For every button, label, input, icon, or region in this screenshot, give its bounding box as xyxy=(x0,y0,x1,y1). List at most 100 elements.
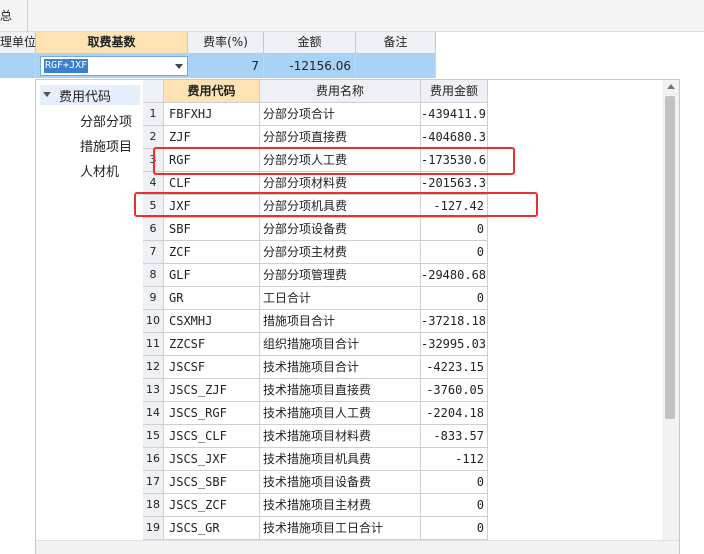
horizontal-scrollbar[interactable] xyxy=(36,540,679,554)
fee-amount-cell[interactable]: 0 xyxy=(421,218,488,241)
fee-amount-cell[interactable]: -32995.03 xyxy=(421,333,488,356)
header-rate[interactable]: 费率(%) xyxy=(188,32,264,54)
fee-name-cell[interactable]: 工日合计 xyxy=(260,287,421,310)
row-number-cell[interactable]: 7 xyxy=(143,241,164,264)
row-note-cell[interactable] xyxy=(356,54,436,78)
row-number-cell[interactable]: 6 xyxy=(143,218,164,241)
fee-amount-cell[interactable]: -404680.37 xyxy=(421,126,488,149)
tree-node-csxm[interactable]: 措施项目 xyxy=(80,136,132,155)
fee-amount-cell[interactable]: -2204.18 xyxy=(421,402,488,425)
fee-code-cell[interactable]: JSCSF xyxy=(164,356,260,379)
fee-code-cell[interactable]: CLF xyxy=(164,172,260,195)
fee-name-cell[interactable]: 分部分项管理费 xyxy=(260,264,421,287)
fee-name-cell[interactable]: 分部分项设备费 xyxy=(260,218,421,241)
scroll-up-icon[interactable] xyxy=(667,84,675,89)
fee-code-cell[interactable]: ZZCSF xyxy=(164,333,260,356)
row-rate-cell[interactable]: 7 xyxy=(188,54,264,78)
fee-amount-cell[interactable]: -127.42 xyxy=(421,195,488,218)
fee-code-cell[interactable]: ZJF xyxy=(164,126,260,149)
fee-name-cell[interactable]: 技术措施项目工日合计 xyxy=(260,517,421,540)
fee-amount-cell[interactable]: -201563.36 xyxy=(421,172,488,195)
col-header-code[interactable]: 费用代码 xyxy=(164,80,260,103)
fee-code-cell[interactable]: GLF xyxy=(164,264,260,287)
row-number-cell[interactable]: 2 xyxy=(143,126,164,149)
row-number-cell[interactable]: 9 xyxy=(143,287,164,310)
fee-amount-cell[interactable]: -37218.18 xyxy=(421,310,488,333)
header-fee-base[interactable]: 取费基数 xyxy=(36,32,188,54)
fee-name-cell[interactable]: 分部分项直接费 xyxy=(260,126,421,149)
fee-amount-cell[interactable]: 0 xyxy=(421,241,488,264)
fee-amount-cell[interactable]: -3760.05 xyxy=(421,379,488,402)
fee-name-cell[interactable]: 技术措施项目主材费 xyxy=(260,494,421,517)
row-number-cell[interactable]: 12 xyxy=(143,356,164,379)
scrollbar-thumb[interactable] xyxy=(665,96,675,419)
fee-amount-cell[interactable]: -833.57 xyxy=(421,425,488,448)
fee-code-cell[interactable]: JSCS_GR xyxy=(164,517,260,540)
fee-code-cell[interactable]: JSCS_JXF xyxy=(164,448,260,471)
header-note[interactable]: 备注 xyxy=(356,32,436,54)
row-number-cell[interactable]: 8 xyxy=(143,264,164,287)
row-amount-cell[interactable]: -12156.06 xyxy=(264,54,356,78)
fee-name-cell[interactable]: 技术措施项目直接费 xyxy=(260,379,421,402)
fee-name-cell[interactable]: 分部分项合计 xyxy=(260,103,421,126)
fee-code-cell[interactable]: JSCS_CLF xyxy=(164,425,260,448)
row-number-cell[interactable]: 5 xyxy=(143,195,164,218)
fee-code-cell[interactable]: CSXMHJ xyxy=(164,310,260,333)
tree-node-fee-code[interactable]: 费用代码 xyxy=(40,85,140,105)
row-number-cell[interactable]: 4 xyxy=(143,172,164,195)
row-unit-cell[interactable] xyxy=(0,54,36,78)
fee-amount-cell[interactable]: -4223.15 xyxy=(421,356,488,379)
fee-amount-cell[interactable]: -29480.68 xyxy=(421,264,488,287)
fee-name-cell[interactable]: 技术措施项目材料费 xyxy=(260,425,421,448)
fee-code-cell[interactable]: JSCS_ZCF xyxy=(164,494,260,517)
fee-code-cell[interactable]: ZCF xyxy=(164,241,260,264)
fee-amount-cell[interactable]: 0 xyxy=(421,471,488,494)
fee-amount-cell[interactable]: 0 xyxy=(421,517,488,540)
fee-name-cell[interactable]: 组织措施项目合计 xyxy=(260,333,421,356)
row-number-cell[interactable]: 18 xyxy=(143,494,164,517)
fee-code-cell[interactable]: GR xyxy=(164,287,260,310)
fee-name-cell[interactable]: 分部分项机具费 xyxy=(260,195,421,218)
fee-name-cell[interactable]: 技术措施项目人工费 xyxy=(260,402,421,425)
row-number-cell[interactable]: 1 xyxy=(143,103,164,126)
fee-name-cell[interactable]: 分部分项材料费 xyxy=(260,172,421,195)
row-number-cell[interactable]: 17 xyxy=(143,471,164,494)
row-number-cell[interactable]: 16 xyxy=(143,448,164,471)
fee-amount-cell[interactable]: 0 xyxy=(421,494,488,517)
fee-name-cell[interactable]: 措施项目合计 xyxy=(260,310,421,333)
vertical-scrollbar[interactable] xyxy=(662,80,679,540)
fee-code-cell[interactable]: JXF xyxy=(164,195,260,218)
fee-base-combobox[interactable]: RGF+JXF xyxy=(40,56,188,76)
fee-amount-cell[interactable]: -173530.63 xyxy=(421,149,488,172)
fee-code-cell[interactable]: FBFXHJ xyxy=(164,103,260,126)
fee-name-cell[interactable]: 技术措施项目设备费 xyxy=(260,471,421,494)
fee-name-cell[interactable]: 技术措施项目合计 xyxy=(260,356,421,379)
row-number-cell[interactable]: 15 xyxy=(143,425,164,448)
chevron-down-icon[interactable] xyxy=(175,64,183,69)
fee-name-cell[interactable]: 分部分项人工费 xyxy=(260,149,421,172)
fee-amount-cell[interactable]: -439411.9 xyxy=(421,103,488,126)
fee-name-cell[interactable]: 技术措施项目机具费 xyxy=(260,448,421,471)
fee-amount-cell[interactable]: 0 xyxy=(421,287,488,310)
col-header-amount[interactable]: 费用金额 xyxy=(421,80,488,103)
col-header-name[interactable]: 费用名称 xyxy=(260,80,421,103)
row-number-cell[interactable]: 19 xyxy=(143,517,164,540)
row-number-cell[interactable]: 10 xyxy=(143,310,164,333)
header-unit[interactable]: 理单位 xyxy=(0,32,36,54)
tree-node-fbfx[interactable]: 分部分项 xyxy=(80,111,132,130)
fee-base-formula-text[interactable]: RGF+JXF xyxy=(44,59,89,73)
row-number-cell[interactable]: 11 xyxy=(143,333,164,356)
fee-code-cell[interactable]: JSCS_ZJF xyxy=(164,379,260,402)
fee-name-cell[interactable]: 分部分项主材费 xyxy=(260,241,421,264)
summary-tab[interactable]: 总 xyxy=(0,0,28,32)
fee-code-cell[interactable]: JSCS_SBF xyxy=(164,471,260,494)
row-number-cell[interactable]: 3 xyxy=(143,149,164,172)
expand-triangle-icon[interactable] xyxy=(43,92,51,97)
row-number-cell[interactable]: 14 xyxy=(143,402,164,425)
fee-code-cell[interactable]: SBF xyxy=(164,218,260,241)
fee-amount-cell[interactable]: -112 xyxy=(421,448,488,471)
header-amount[interactable]: 金额 xyxy=(264,32,356,54)
fee-code-cell[interactable]: JSCS_RGF xyxy=(164,402,260,425)
fee-code-cell[interactable]: RGF xyxy=(164,149,260,172)
tree-node-rcj[interactable]: 人材机 xyxy=(80,161,119,180)
